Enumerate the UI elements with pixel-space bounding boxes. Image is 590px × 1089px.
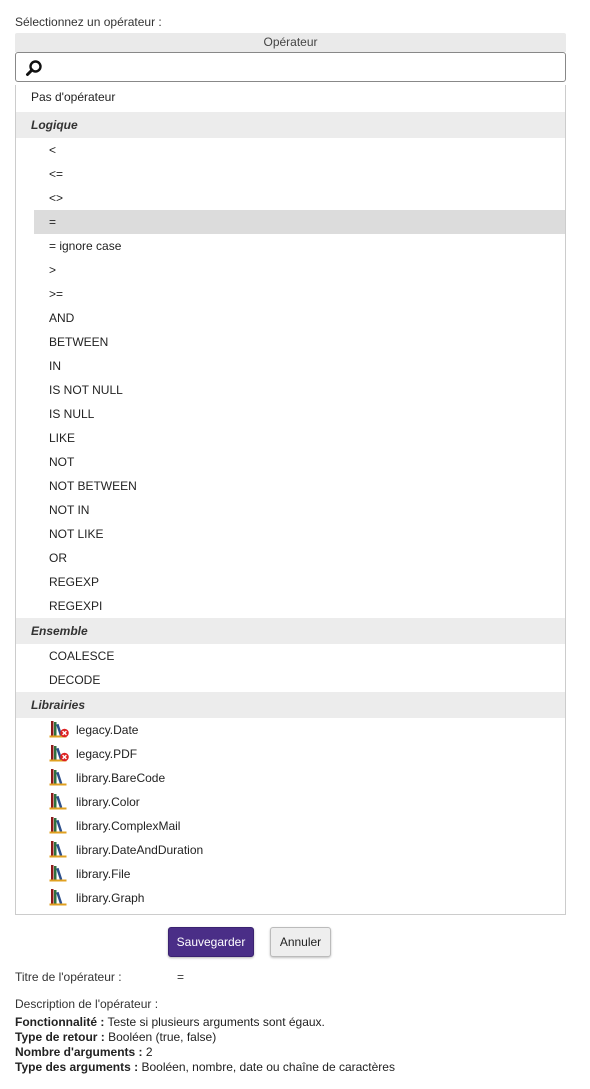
panel-header: Opérateur: [15, 33, 566, 52]
operator-title-value: =: [177, 970, 185, 984]
list-item[interactable]: library.ComplexMail: [16, 814, 565, 838]
list-item[interactable]: <: [16, 138, 565, 162]
list-item[interactable]: = ignore case: [16, 234, 565, 258]
description-line: Type des arguments : Booléen, nombre, da…: [15, 1060, 395, 1075]
group-header-logique: Logique: [16, 112, 565, 138]
description-value: Booléen (true, false): [104, 1030, 217, 1044]
description-key: Fonctionnalité :: [15, 1015, 105, 1029]
list-item[interactable]: =: [34, 210, 565, 234]
search-input[interactable]: [52, 57, 557, 77]
group-header-ensemble: Ensemble: [16, 618, 565, 644]
group-header-librairies: Librairies: [16, 692, 565, 718]
description-key: Nombre d'arguments :: [15, 1045, 143, 1059]
description-line: Nombre d'arguments : 2: [15, 1045, 395, 1060]
list-item[interactable]: OR: [16, 546, 565, 570]
library-name: legacy.PDF: [76, 747, 138, 761]
description-line: Type de retour : Booléen (true, false): [15, 1030, 395, 1045]
list-item[interactable]: >: [16, 258, 565, 282]
library-icon: [49, 792, 76, 810]
list-item[interactable]: LIKE: [16, 426, 565, 450]
description-value: Booléen, nombre, date ou chaîne de carac…: [138, 1060, 395, 1074]
list-item[interactable]: REGEXP: [16, 570, 565, 594]
library-icon: [49, 864, 76, 882]
library-name: library.ComplexMail: [76, 819, 181, 833]
list-item[interactable]: <=: [16, 162, 565, 186]
library-deprecated-icon: [49, 720, 76, 738]
library-icon: [49, 888, 76, 906]
library-icon: [49, 768, 76, 786]
list-item[interactable]: legacy.PDF: [16, 742, 565, 766]
library-deprecated-icon: [49, 744, 76, 762]
list-item[interactable]: legacy.Date: [16, 718, 565, 742]
list-item-no-operator[interactable]: Pas d'opérateur: [16, 85, 565, 112]
description-line: Fonctionnalité : Teste si plusieurs argu…: [15, 1015, 395, 1030]
save-button[interactable]: Sauvegarder: [168, 927, 254, 957]
operator-select-label: Sélectionnez un opérateur :: [15, 15, 162, 29]
operator-description: Fonctionnalité : Teste si plusieurs argu…: [15, 1015, 395, 1075]
list-item[interactable]: DECODE: [16, 668, 565, 692]
list-item[interactable]: IS NULL: [16, 402, 565, 426]
description-value: Teste si plusieurs arguments sont égaux.: [104, 1015, 325, 1029]
library-name: library.BareCode: [76, 771, 166, 785]
library-icon: [49, 816, 76, 834]
operator-title-label: Titre de l'opérateur :: [15, 970, 122, 984]
list-item[interactable]: AND: [16, 306, 565, 330]
list-item[interactable]: <>: [16, 186, 565, 210]
list-item[interactable]: COALESCE: [16, 644, 565, 668]
operator-description-label: Description de l'opérateur :: [15, 997, 159, 1011]
library-name: legacy.Date: [76, 723, 139, 737]
list-item[interactable]: IS NOT NULL: [16, 378, 565, 402]
list-item[interactable]: library.Color: [16, 790, 565, 814]
list-item[interactable]: library.DateAndDuration: [16, 838, 565, 862]
library-name: library.Graph: [76, 891, 145, 905]
list-item[interactable]: library.Graph: [16, 886, 565, 910]
list-item[interactable]: IN: [16, 354, 565, 378]
library-icon: [49, 840, 76, 858]
list-item[interactable]: NOT LIKE: [16, 522, 565, 546]
operator-list[interactable]: Pas d'opérateur Logique < <= <> = = ignore c…: [15, 85, 566, 915]
list-item[interactable]: NOT BETWEEN: [16, 474, 565, 498]
description-key: Type des arguments :: [15, 1060, 139, 1074]
list-item[interactable]: NOT: [16, 450, 565, 474]
library-name: library.File: [76, 867, 131, 881]
list-item[interactable]: library.BareCode: [16, 766, 565, 790]
operator-panel: Opérateur Pas d'opérateur Logique < <= <> =…: [15, 33, 566, 915]
description-key: Type de retour :: [15, 1030, 105, 1044]
list-item[interactable]: BETWEEN: [16, 330, 565, 354]
cancel-button[interactable]: Annuler: [270, 927, 331, 957]
library-name: library.Color: [76, 795, 140, 809]
description-value: 2: [142, 1045, 153, 1059]
list-item[interactable]: >=: [16, 282, 565, 306]
list-item[interactable]: REGEXPI: [16, 594, 565, 618]
library-name: library.DateAndDuration: [76, 843, 204, 857]
search-box[interactable]: [15, 52, 566, 82]
list-item[interactable]: NOT IN: [16, 498, 565, 522]
list-item[interactable]: library.File: [16, 862, 565, 886]
